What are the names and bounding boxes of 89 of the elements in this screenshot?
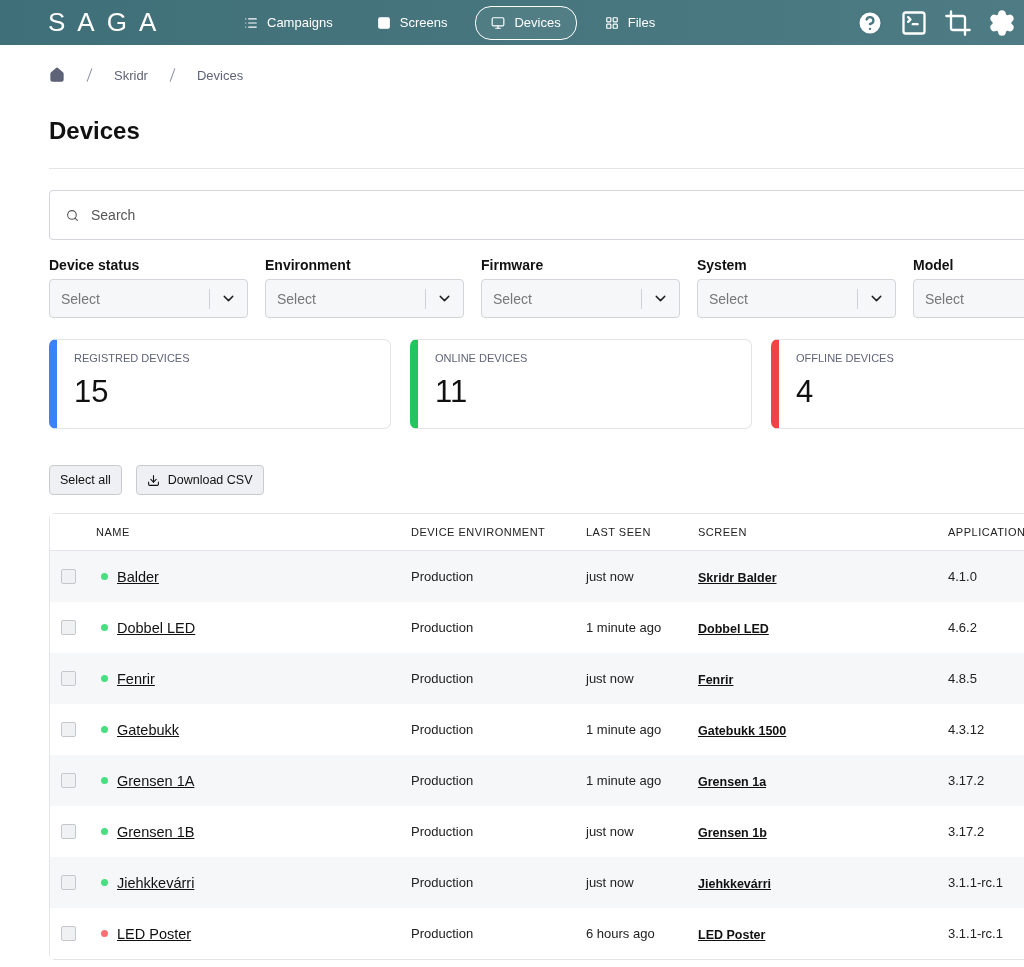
table-cell-text: Production	[411, 671, 475, 686]
table-cell-text: 1 minute ago	[586, 722, 663, 737]
screen-link[interactable]: Skridr Balder	[698, 570, 777, 585]
table-cell-text: 4.8.5	[948, 671, 978, 686]
row-checkbox[interactable]	[61, 824, 76, 839]
device-link[interactable]: Jiehkkevárri	[117, 874, 195, 891]
select-dropdown[interactable]: Select	[481, 279, 680, 318]
screen-link[interactable]: Dobbel LED	[698, 621, 769, 636]
row-checkbox[interactable]	[61, 671, 76, 686]
logo: SAGA	[48, 7, 170, 38]
table-cell-text: 3.17.2	[948, 824, 986, 839]
table-cell-text: 1 minute ago	[586, 773, 663, 788]
table-cell-text: Production	[411, 926, 475, 941]
column-header: NAME	[96, 526, 131, 538]
device-link[interactable]: Fenrir	[117, 670, 155, 687]
grid-icon	[604, 15, 619, 30]
column-header: SCREEN	[698, 526, 748, 538]
column-header: LAST SEEN	[586, 526, 652, 538]
nav-tab[interactable]: Screens	[360, 5, 464, 40]
table-cell-text: Production	[411, 620, 475, 635]
download-icon	[146, 473, 160, 487]
select-all-button[interactable]: Select all	[49, 465, 122, 495]
table-cell-text: 4.1.0	[948, 569, 978, 584]
filter-label: Environment	[265, 257, 352, 273]
table-cell-text: 3.1.1-rc.1	[948, 875, 1004, 890]
screen-link[interactable]: Grensen 1b	[698, 825, 767, 840]
row-checkbox[interactable]	[61, 773, 76, 788]
download-button[interactable]: Download CSV	[135, 465, 264, 495]
select-dropdown[interactable]: Select	[697, 279, 896, 318]
row-checkbox[interactable]	[61, 620, 76, 635]
column-header: APPLICATION	[948, 526, 1024, 538]
terminal-icon[interactable]	[900, 8, 928, 37]
row-checkbox[interactable]	[61, 722, 76, 737]
device-link[interactable]: Balder	[117, 568, 159, 585]
filter-label: Firmware	[481, 257, 545, 273]
search-field[interactable]: Search	[49, 190, 1024, 240]
filter-label: Device status	[49, 257, 141, 273]
table-cell-text: 3.17.2	[948, 773, 986, 788]
list-icon	[244, 15, 258, 30]
device-link[interactable]: LED Poster	[117, 925, 192, 942]
select-dropdown[interactable]: Select	[913, 279, 1024, 318]
filter-label: Model	[913, 257, 955, 273]
select-dropdown[interactable]: Select	[265, 279, 464, 318]
table-cell-text: 3.1.1-rc.1	[948, 926, 1004, 941]
table-cell-text: Production	[411, 773, 475, 788]
stat-value: 15	[74, 374, 110, 410]
stat-value: 11	[435, 374, 469, 410]
table-cell-text: 6 hours ago	[586, 926, 656, 941]
table-cell-text: just now	[586, 671, 635, 686]
table-cell-text: 1 minute ago	[586, 620, 663, 635]
search-icon	[66, 209, 79, 222]
table-cell-text: Production	[411, 824, 475, 839]
table-cell-text: Production	[411, 722, 475, 737]
monitor-icon	[491, 15, 506, 30]
table-cell-text: just now	[586, 824, 635, 839]
row-checkbox[interactable]	[61, 569, 76, 584]
column-header: DEVICE ENVIRONMENT	[411, 526, 547, 538]
square-icon	[376, 15, 391, 30]
table-cell-text: Production	[411, 569, 475, 584]
filter-label: System	[697, 257, 748, 273]
breadcrumb-link[interactable]: Devices	[196, 67, 244, 83]
row-checkbox[interactable]	[61, 926, 76, 941]
screen-link[interactable]: Jiehkkevárri	[698, 876, 771, 891]
stat-label: REGISTRED DEVICES	[74, 352, 191, 364]
table-cell-text: just now	[586, 875, 635, 890]
breadcrumb-link[interactable]: Skridr	[114, 67, 148, 83]
screen-link[interactable]: Gatebukk 1500	[698, 723, 787, 738]
nav-tab[interactable]: Files	[588, 5, 672, 40]
screen-link[interactable]: LED Poster	[698, 927, 766, 942]
screen-link[interactable]: Grensen 1a	[698, 774, 767, 789]
crop-icon[interactable]	[944, 8, 972, 37]
row-checkbox[interactable]	[61, 875, 76, 890]
screen-link[interactable]: Fenrir	[698, 672, 734, 687]
select-dropdown[interactable]: Select	[49, 279, 248, 318]
table-cell-text: 4.6.2	[948, 620, 978, 635]
device-link[interactable]: Grensen 1B	[117, 823, 195, 840]
nav-tab[interactable]: Campaigns	[228, 5, 349, 40]
nav-tab[interactable]: Devices	[475, 5, 577, 40]
page-title: Devices	[49, 105, 1024, 169]
device-link[interactable]: Dobbel LED	[117, 619, 196, 636]
device-link[interactable]: Grensen 1A	[117, 772, 195, 789]
stat-label: OFFLINE DEVICES	[796, 352, 895, 364]
stat-value: 4	[796, 374, 815, 410]
table-cell-text: Production	[411, 875, 475, 890]
device-link[interactable]: Gatebukk	[117, 721, 180, 738]
stat-label: ONLINE DEVICES	[435, 352, 529, 364]
table-cell-text: 4.3.12	[948, 722, 986, 737]
table-cell-text: just now	[586, 569, 635, 584]
home-icon[interactable]	[49, 67, 65, 83]
